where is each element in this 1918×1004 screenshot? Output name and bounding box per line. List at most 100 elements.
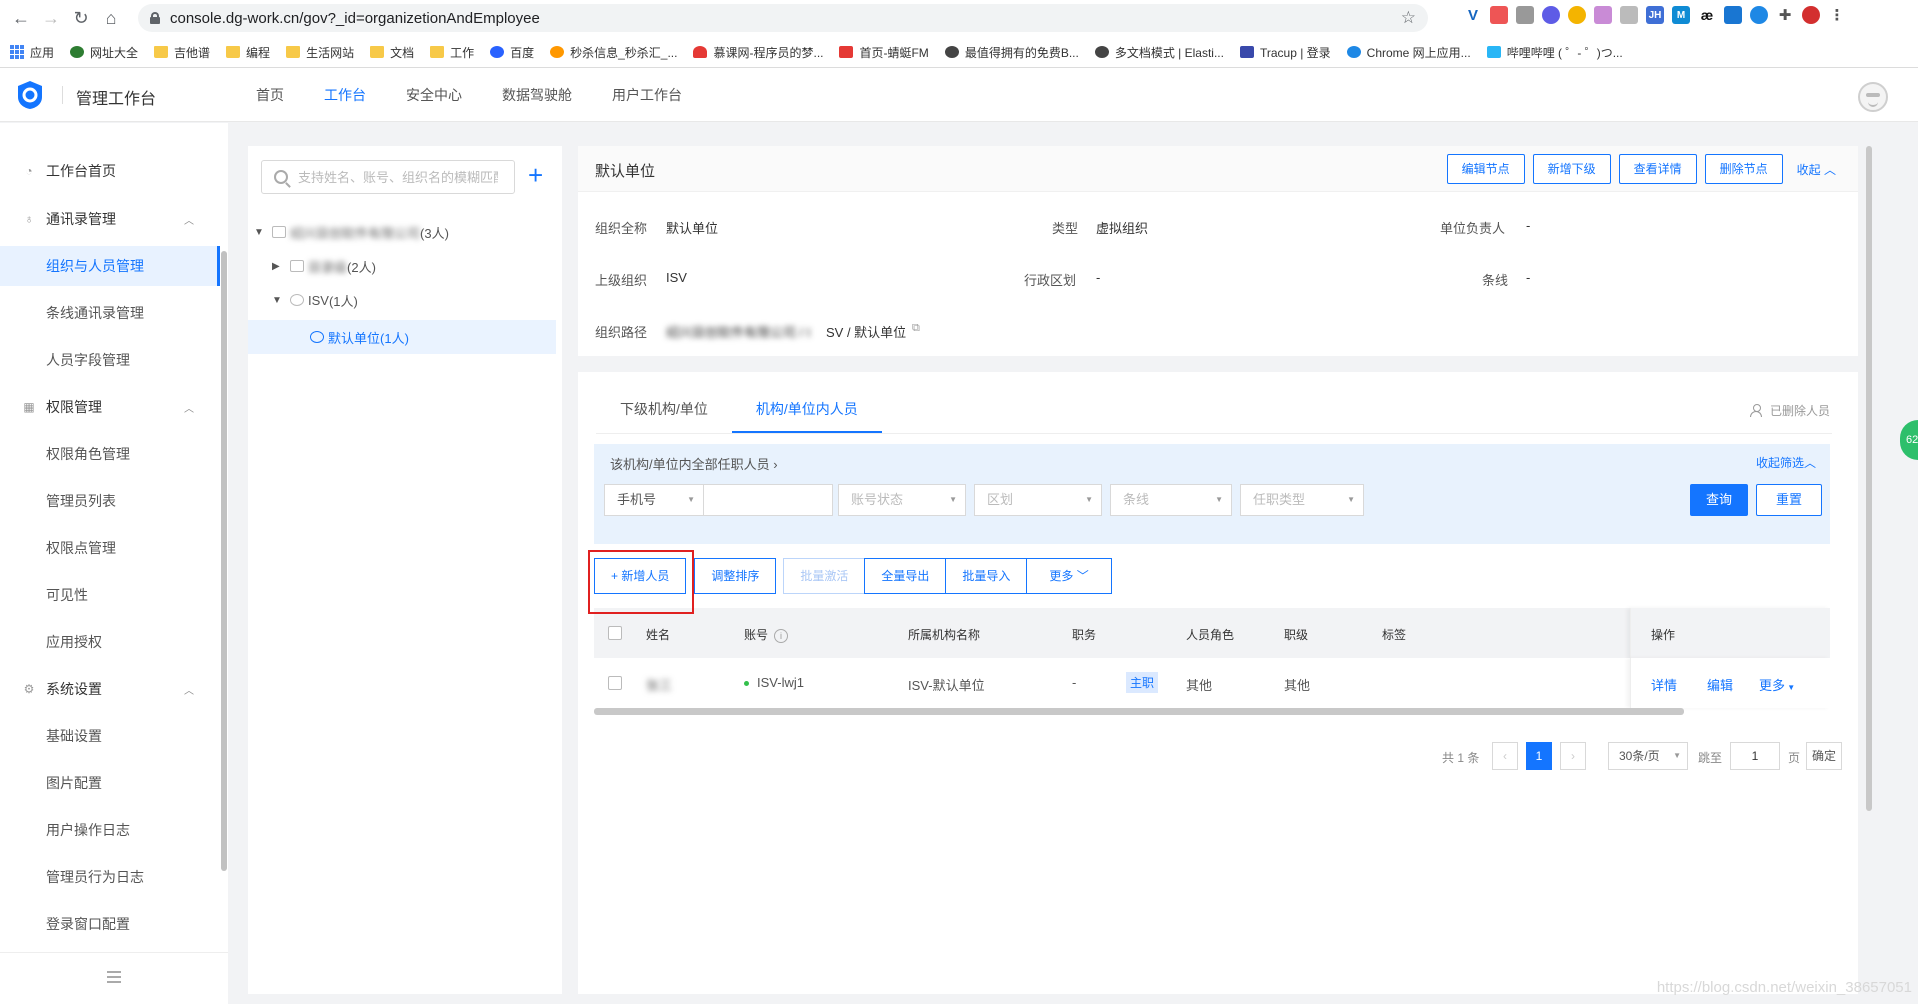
forward-icon[interactable]: → <box>36 3 66 33</box>
tree-search[interactable] <box>261 160 515 194</box>
sidebar-item-person-fields[interactable]: 人员字段管理 <box>0 340 220 380</box>
sidebar-group-contacts[interactable]: ♁ 通讯录管理 ︿ <box>0 199 220 239</box>
add-node-icon[interactable]: + <box>528 160 543 190</box>
copy-icon[interactable]: ⧉ <box>912 322 920 335</box>
table-horizontal-scrollbar[interactable] <box>594 708 1684 715</box>
avatar[interactable] <box>1858 82 1888 112</box>
add-child-button[interactable]: 新增下级 <box>1532 154 1611 184</box>
nav-user-workbench[interactable]: 用户工作台 <box>592 68 702 122</box>
extension-jh-icon[interactable]: JH <box>1646 6 1664 24</box>
phone-type-select[interactable]: 手机号 ▼ <box>604 484 704 516</box>
batch-activate-button[interactable]: 批量激活 <box>783 558 866 594</box>
nav-data-cockpit[interactable]: 数据驾驶舱 <box>482 68 592 122</box>
extension-x-icon[interactable] <box>1750 6 1768 24</box>
batch-import-button[interactable]: 批量导入 <box>945 558 1028 594</box>
sidebar-item-user-logs[interactable]: 用户操作日志 <box>0 810 220 850</box>
phone-input[interactable] <box>703 484 833 516</box>
bookmark-item[interactable]: 多文档模式 | Elasti... <box>1094 44 1224 61</box>
sidebar-item-admins[interactable]: 管理员列表 <box>0 481 220 521</box>
extension-pink-icon[interactable] <box>1594 6 1612 24</box>
extension-v-icon[interactable]: V <box>1464 6 1482 24</box>
home-icon[interactable]: ⌂ <box>96 3 126 33</box>
browser-menu-icon[interactable]: ⋮ <box>1828 6 1846 24</box>
address-bar[interactable]: console.dg-work.cn/gov?_id=organizetionA… <box>138 4 1428 32</box>
sidebar-group-permissions[interactable]: ▦ 权限管理 ︿ <box>0 387 220 427</box>
bookmark-item[interactable]: Chrome 网上应用... <box>1346 44 1471 61</box>
info-icon[interactable]: i <box>774 628 789 643</box>
nav-workbench[interactable]: 工作台 <box>304 68 386 122</box>
removed-users-link[interactable]: 已删除人员 <box>1749 402 1830 419</box>
sidebar-scrollbar[interactable] <box>221 251 227 871</box>
reset-button[interactable]: 重置 <box>1756 484 1822 516</box>
caret-down-icon[interactable]: ▼ <box>272 295 284 306</box>
reload-icon[interactable]: ↻ <box>66 3 96 33</box>
column-org[interactable]: 所属机构名称 <box>908 626 980 643</box>
sidebar-item-app-auth[interactable]: 应用授权 <box>0 622 220 662</box>
bookmark-folder[interactable]: 文档 <box>370 44 414 61</box>
select-all-checkbox[interactable] <box>608 626 622 640</box>
filter-title[interactable]: 该机构/单位内全部任职人员 › <box>610 454 778 473</box>
bookmark-item[interactable]: 哔哩哔哩 ( ゜- ゜)つ... <box>1486 44 1623 61</box>
sidebar-item-image-config[interactable]: 图片配置 <box>0 763 220 803</box>
extension-grid-icon[interactable] <box>1620 6 1638 24</box>
column-name[interactable]: 姓名 <box>646 626 670 643</box>
extension-red-icon[interactable] <box>1490 6 1508 24</box>
page-size-select[interactable]: 30条/页 ▼ <box>1608 742 1688 770</box>
detail-link[interactable]: 详情 <box>1651 675 1677 694</box>
row-checkbox[interactable] <box>608 676 622 690</box>
extension-arrow-icon[interactable] <box>1516 6 1534 24</box>
region-select[interactable]: 区划 ▼ <box>974 484 1102 516</box>
collapse-menu-icon[interactable] <box>107 971 121 983</box>
tree-node-root[interactable]: ▼ 绍兴目创软件有限公司 (3人) <box>254 218 449 246</box>
column-rank[interactable]: 职级 <box>1284 626 1308 643</box>
sidebar-item-org-people[interactable]: 组织与人员管理 <box>0 246 220 286</box>
sidebar-item-permission-points[interactable]: 权限点管理 <box>0 528 220 568</box>
tree-search-input[interactable] <box>298 169 498 185</box>
bookmark-item[interactable]: 秒杀信息_秒杀汇_... <box>550 44 677 61</box>
main-vertical-scrollbar[interactable] <box>1866 146 1872 811</box>
line-select[interactable]: 条线 ▼ <box>1110 484 1232 516</box>
table-row[interactable]: 张三 ISV-lwj1 ISV-默认单位 - 主职 其他 其他 详情 编辑 更多… <box>594 658 1830 708</box>
sidebar-item-roles[interactable]: 权限角色管理 <box>0 434 220 474</box>
sidebar-group-settings[interactable]: ⚙ 系统设置 ︿ <box>0 669 220 709</box>
caret-down-icon[interactable]: ▼ <box>254 227 266 238</box>
bookmark-item[interactable]: 慕课网-程序员的梦... <box>693 44 823 61</box>
edit-node-button[interactable]: 编辑节点 <box>1446 154 1525 184</box>
sidebar-item-admin-logs[interactable]: 管理员行为日志 <box>0 857 220 897</box>
extensions-puzzle-icon[interactable]: ✚ <box>1776 6 1794 24</box>
bookmark-apps[interactable]: 应用 <box>10 44 54 61</box>
extension-bug-icon[interactable] <box>1802 6 1820 24</box>
tab-sub-units[interactable]: 下级机构/单位 <box>596 386 732 433</box>
sidebar-item-home[interactable]: ◔ 工作台首页 <box>0 151 220 191</box>
sidebar-item-login-window[interactable]: 登录窗口配置 <box>0 904 220 944</box>
tree-node-isv[interactable]: ▼ ISV (1人) <box>272 286 358 314</box>
caret-right-icon[interactable]: ▶ <box>272 261 284 272</box>
view-detail-button[interactable]: 查看详情 <box>1618 154 1697 184</box>
delete-node-button[interactable]: 删除节点 <box>1704 154 1783 184</box>
jump-confirm-button[interactable]: 确定 <box>1806 742 1842 770</box>
column-account[interactable]: 账号 i <box>744 626 789 643</box>
extension-ae-icon[interactable]: æ <box>1698 6 1716 24</box>
tab-unit-members[interactable]: 机构/单位内人员 <box>731 386 882 433</box>
bookmark-folder[interactable]: 编程 <box>226 44 270 61</box>
column-role[interactable]: 人员角色 <box>1186 626 1234 643</box>
more-button[interactable]: 更多 ﹀ <box>1026 558 1112 594</box>
back-icon[interactable]: ← <box>6 3 36 33</box>
nav-security[interactable]: 安全中心 <box>386 68 482 122</box>
bookmark-item[interactable]: Tracup | 登录 <box>1239 44 1331 61</box>
sidebar-item-basic-settings[interactable]: 基础设置 <box>0 716 220 756</box>
sidebar-item-line-contacts[interactable]: 条线通讯录管理 <box>0 293 220 333</box>
page-1-button[interactable]: 1 <box>1526 742 1552 770</box>
url-text[interactable]: console.dg-work.cn/gov?_id=organizetionA… <box>170 10 540 27</box>
query-button[interactable]: 查询 <box>1690 484 1748 516</box>
account-status-select[interactable]: 账号状态 ▼ <box>838 484 966 516</box>
bookmark-folder[interactable]: 工作 <box>430 44 474 61</box>
collapse-filter-link[interactable]: 收起筛选︿ <box>1756 454 1816 471</box>
extension-purple-icon[interactable] <box>1542 6 1560 24</box>
bookmark-item[interactable]: 首页-蜻蜓FM <box>839 44 929 61</box>
bookmark-item[interactable]: 百度 <box>490 44 534 61</box>
collapse-link[interactable]: 收起 ︿ <box>1791 161 1836 178</box>
more-ops-link[interactable]: 更多 ▼ <box>1759 675 1795 694</box>
prev-page-button[interactable]: ‹ <box>1492 742 1518 770</box>
extension-mail-icon[interactable] <box>1724 6 1742 24</box>
